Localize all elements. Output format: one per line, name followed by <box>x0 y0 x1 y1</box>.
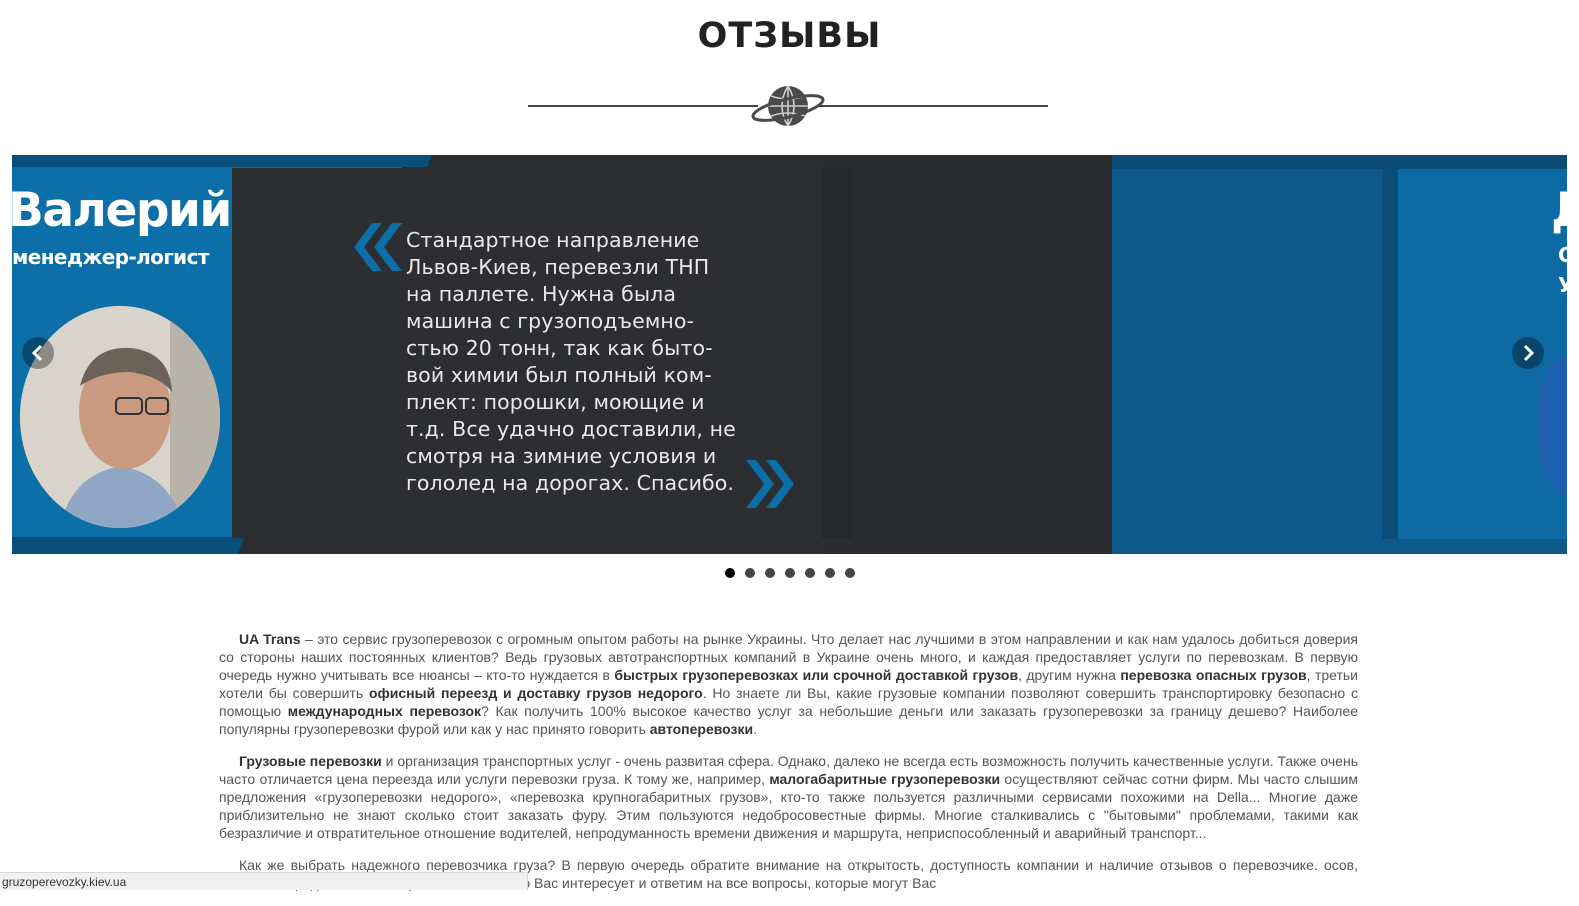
keyword-link: Грузовые перевозки <box>239 753 382 769</box>
quote-open-icon <box>354 223 402 271</box>
slider-next-button[interactable] <box>1512 337 1544 369</box>
next-review-slide-peek: Д С У <box>1112 155 1567 554</box>
brand-name: UA Trans <box>239 631 301 647</box>
browser-status-bar: gruzoperevozky.kiev.ua <box>0 872 528 890</box>
keyword-link: перевозка опасных грузов <box>1120 667 1307 683</box>
globe-divider <box>528 85 1048 127</box>
article-paragraph-2: Грузовые перевозки и организация транспо… <box>219 752 1358 842</box>
slider-dot-3[interactable] <box>764 568 775 578</box>
slider-prev-button[interactable] <box>22 337 54 369</box>
quote-close-icon <box>746 460 794 508</box>
keyword-link: малогабаритные грузоперевозки <box>769 771 1001 787</box>
slider-dot-7[interactable] <box>844 568 855 578</box>
next-reviewer-role-line1: С <box>1558 243 1567 267</box>
slider-dot-6[interactable] <box>824 568 835 578</box>
article-paragraph-1: UA Trans – это сервис грузоперевозок с о… <box>219 630 1358 738</box>
review-slide: Валерий менеджер-логист Стандартное напр… <box>12 155 1112 554</box>
globe-icon <box>751 85 825 127</box>
keyword-link: международных перевозок <box>287 703 482 719</box>
keyword-link: офисный переезд и доставку грузов недоро… <box>368 685 703 701</box>
reviewer-role: менеджер-логист <box>12 245 209 269</box>
reviewer-name: Валерий <box>12 183 232 238</box>
review-quote: Стандартное направление Львов-Киев, пере… <box>406 228 736 495</box>
next-reviewer-name: Д <box>1551 183 1567 238</box>
slider-dot-2[interactable] <box>744 568 755 578</box>
text: Как же выбрать надежного перевозчика гру… <box>239 857 1324 873</box>
text: . <box>753 721 758 737</box>
keyword-link: быстрых грузоперевозках или срочной дост… <box>614 667 1019 683</box>
chevron-right-icon <box>1523 344 1535 362</box>
slider-dot-1[interactable] <box>724 568 735 578</box>
next-reviewer-role-line2: У <box>1558 273 1567 297</box>
slider-dot-4[interactable] <box>784 568 795 578</box>
section-title: ОТЗЫВЫ <box>697 16 882 56</box>
slider-dot-5[interactable] <box>804 568 815 578</box>
text: , другим нужна <box>1018 667 1121 683</box>
reviews-slider[interactable]: Валерий менеджер-логист Стандартное напр… <box>12 155 1567 554</box>
seo-article: UA Trans – это сервис грузоперевозок с о… <box>219 630 1358 906</box>
slider-pagination <box>0 568 1579 578</box>
chevron-left-icon <box>31 344 43 362</box>
keyword-link: автоперевозки <box>649 721 754 737</box>
